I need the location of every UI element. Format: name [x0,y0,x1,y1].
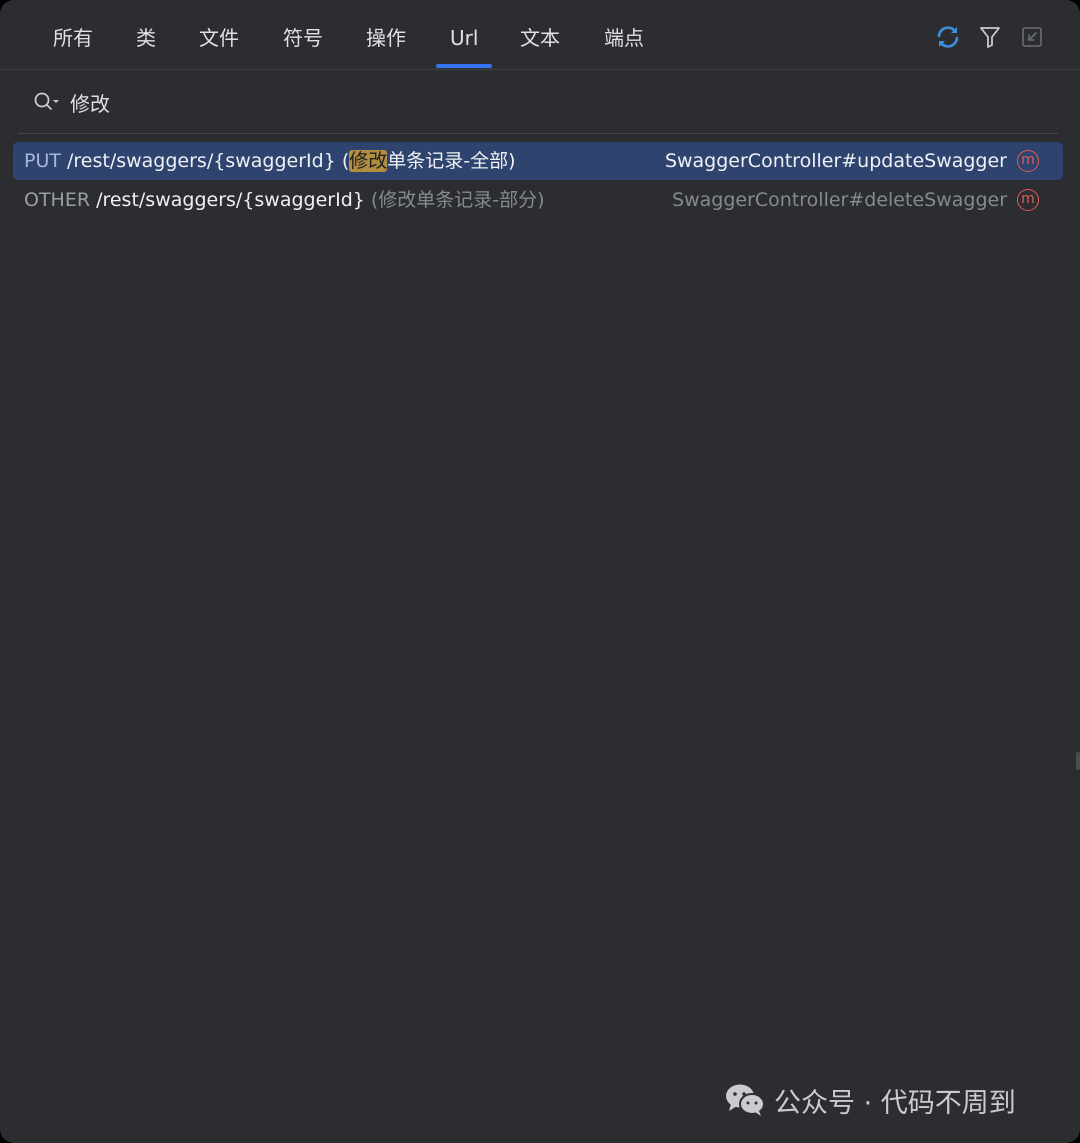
search-match-highlight: 修改 [349,150,388,172]
description-rest: 单条记录-全部) [387,150,516,172]
watermark: 公众号 · 代码不周到 [724,1079,1016,1121]
controller-method: SwaggerController#deleteSwagger [672,189,1007,211]
method-icon: m [1017,150,1039,172]
result-label: OTHER/rest/swaggers/{swaggerId} (修改单条记录-… [24,181,545,219]
tab-symbols[interactable]: 符号 [283,18,323,58]
tab-actions[interactable]: 操作 [366,18,406,58]
result-row[interactable]: PUT/rest/swaggers/{swaggerId} (修改单条记录-全部… [13,142,1063,180]
search-input[interactable] [70,84,770,120]
search-icon[interactable] [32,90,60,114]
tab-bar: 所有 类 文件 符号 操作 Url 文本 端点 [0,0,1080,70]
tab-url[interactable]: Url [435,18,494,68]
collapse-window-icon[interactable] [1017,22,1047,52]
http-method: OTHER [24,189,91,211]
filter-icon[interactable] [975,22,1005,52]
result-label: PUT/rest/swaggers/{swaggerId} (修改单条记录-全部… [24,142,516,180]
search-everywhere-popup: 所有 类 文件 符号 操作 Url 文本 端点 修改 PUT /rest/swa… [0,0,1080,1143]
url-path: /rest/swaggers/{swaggerId} [66,150,336,172]
url-path: /rest/swaggers/{swaggerId} [96,189,365,211]
tab-classes[interactable]: 类 [136,18,156,58]
tab-text[interactable]: 文本 [520,18,560,58]
tab-endpoints[interactable]: 端点 [604,18,644,58]
resize-handle[interactable] [1076,752,1080,770]
tab-all[interactable]: 所有 [53,18,93,58]
divider [18,133,1058,134]
http-method: PUT [24,150,61,172]
search-bar [0,70,1080,132]
tab-files[interactable]: 文件 [199,18,239,58]
description-open: ( [335,150,350,172]
refresh-icon[interactable] [933,22,963,52]
watermark-text: 公众号 · 代码不周到 [774,1087,1016,1119]
description: (修改单条记录-部分) [364,189,545,211]
wechat-logo-icon [726,1084,765,1116]
controller-method: SwaggerController#updateSwagger [664,150,1007,172]
method-icon: m [1017,189,1039,211]
result-row[interactable]: OTHER/rest/swaggers/{swaggerId} (修改单条记录-… [13,181,1063,219]
